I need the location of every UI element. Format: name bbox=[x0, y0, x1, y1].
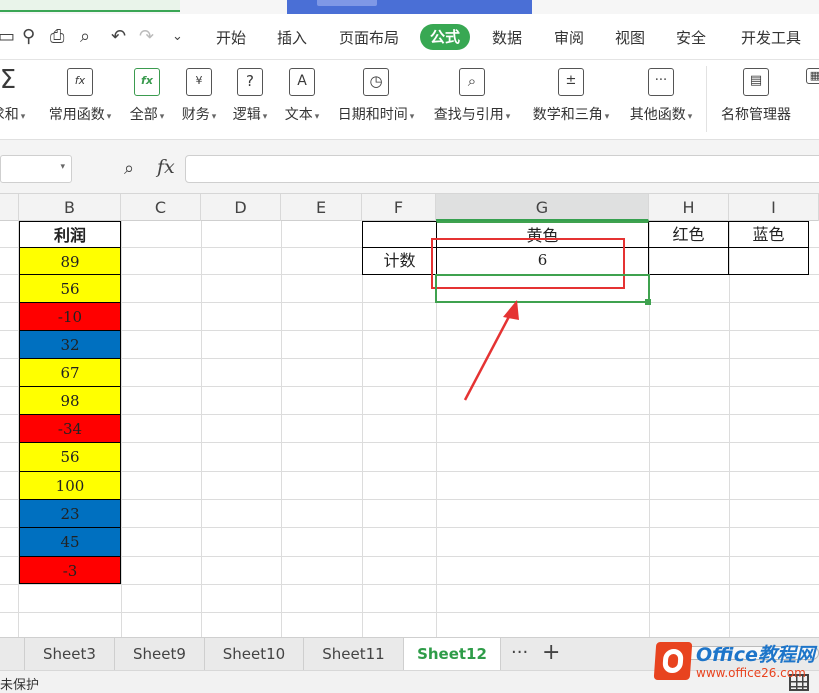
cell-f2-count-label[interactable]: 计数 bbox=[362, 247, 436, 275]
profit-cell[interactable]: 23 bbox=[19, 499, 121, 527]
all-functions-icon: fx bbox=[134, 68, 160, 96]
watermark-title: Office教程网 bbox=[696, 644, 815, 666]
name-box[interactable]: ▾ bbox=[0, 155, 72, 183]
more-sheets-icon[interactable]: ··· bbox=[511, 638, 528, 668]
column-header-b[interactable]: B bbox=[19, 194, 121, 221]
print-icon[interactable]: ⎙ bbox=[50, 27, 64, 47]
cell-i1-blue-header[interactable]: 蓝色 bbox=[729, 221, 809, 248]
column-header-e[interactable]: E bbox=[281, 194, 362, 221]
corner-header[interactable] bbox=[0, 194, 19, 221]
document-tab-2[interactable] bbox=[287, 0, 532, 14]
all-functions-button[interactable]: fx 全部 ▾ bbox=[124, 68, 170, 125]
text-function-button[interactable]: A 文本 ▾ bbox=[279, 68, 325, 125]
menu-review[interactable]: 审阅 bbox=[554, 28, 584, 48]
profit-cell[interactable]: 98 bbox=[19, 386, 121, 414]
menu-page-layout[interactable]: 页面布局 bbox=[339, 28, 399, 48]
menu-insert[interactable]: 插入 bbox=[277, 28, 307, 48]
column-header-c[interactable]: C bbox=[121, 194, 201, 221]
protection-status: 未保护 bbox=[0, 678, 40, 693]
zoom-icon[interactable]: ⌕ bbox=[124, 158, 134, 179]
formula-input[interactable] bbox=[185, 155, 819, 183]
cell-f1[interactable] bbox=[362, 221, 436, 248]
quick-access-dropdown-icon[interactable]: ⌄ bbox=[172, 27, 183, 47]
profit-cell[interactable]: -34 bbox=[19, 414, 121, 442]
insert-function-icon[interactable]: fx bbox=[157, 156, 175, 178]
tab-sheet10[interactable]: Sheet10 bbox=[205, 638, 304, 670]
profit-cell[interactable]: 56 bbox=[19, 442, 121, 471]
finance-icon: ¥ bbox=[186, 68, 212, 96]
profit-cell[interactable]: -3 bbox=[19, 556, 121, 584]
redo-icon[interactable]: ↷ bbox=[139, 27, 154, 47]
column-header-g[interactable]: G bbox=[436, 194, 649, 221]
column-header-f[interactable]: F bbox=[362, 194, 436, 221]
define-name-icon: ▦ bbox=[806, 68, 819, 84]
column-headers: B C D E F G H I bbox=[0, 194, 819, 221]
column-header-h[interactable]: H bbox=[649, 194, 729, 221]
profit-cell[interactable]: 67 bbox=[19, 358, 121, 386]
save-icon[interactable]: ▭ bbox=[0, 27, 15, 47]
profit-cell[interactable]: 89 bbox=[19, 247, 121, 274]
text-function-icon: A bbox=[289, 68, 315, 96]
format-painter-icon[interactable]: ⚲ bbox=[22, 27, 35, 47]
arrow-annotation bbox=[463, 300, 519, 401]
ribbon-separator bbox=[706, 66, 707, 132]
datetime-button[interactable]: ◷ 日期和时间 ▾ bbox=[331, 68, 421, 125]
name-manager-icon: ▤ bbox=[743, 68, 769, 96]
lookup-icon: ⌕ bbox=[459, 68, 485, 96]
cell-h1-red-header[interactable]: 红色 bbox=[649, 221, 729, 248]
watermark: Office教程网 www.office26.com bbox=[652, 640, 819, 684]
menu-data[interactable]: 数据 bbox=[492, 28, 522, 48]
tab-sheet11[interactable]: Sheet11 bbox=[304, 638, 404, 670]
profit-cell[interactable]: 56 bbox=[19, 274, 121, 302]
name-manager-button[interactable]: ▤ 名称管理器 bbox=[715, 68, 797, 123]
tab-sheet9[interactable]: Sheet9 bbox=[115, 638, 205, 670]
formula-bar: ▾ ⌕ fx bbox=[0, 140, 819, 194]
cell-h2-red-count[interactable] bbox=[649, 247, 729, 275]
watermark-url: www.office26.com bbox=[696, 666, 806, 680]
finance-button[interactable]: ¥ 财务 ▾ bbox=[176, 68, 222, 125]
tab-scroll-area[interactable] bbox=[0, 638, 25, 670]
column-header-i[interactable]: I bbox=[729, 194, 819, 221]
profit-cell[interactable]: 45 bbox=[19, 527, 121, 556]
cell-i2-blue-count[interactable] bbox=[729, 247, 809, 275]
undo-icon[interactable]: ↶ bbox=[111, 27, 126, 47]
spreadsheet-grid[interactable]: 利润 89 56 -10 32 67 98 -34 56 100 23 45 -3 黄色 红色 蓝色 … bbox=[0, 221, 819, 637]
define-name-button[interactable]: ▦ bbox=[800, 68, 819, 84]
profit-cell[interactable]: 32 bbox=[19, 330, 121, 358]
math-button[interactable]: ± 数学和三角 ▾ bbox=[526, 68, 616, 125]
profit-cell[interactable]: 100 bbox=[19, 471, 121, 499]
formulas-ribbon: Σ 求和▾ fx 常用函数▾ fx 全部▾ ¥ 财务▾ ? 逻辑▾ A 文本▾ … bbox=[0, 60, 819, 140]
menu-developer[interactable]: 开发工具 bbox=[741, 28, 801, 48]
tab-sheet3[interactable]: Sheet3 bbox=[25, 638, 115, 670]
menu-home[interactable]: 开始 bbox=[216, 28, 246, 48]
name-box-dropdown-icon[interactable]: ▾ bbox=[60, 162, 65, 172]
menu-formulas[interactable]: 公式 bbox=[420, 24, 471, 50]
profit-cell[interactable]: -10 bbox=[19, 302, 121, 330]
add-sheet-icon[interactable]: + bbox=[542, 638, 560, 668]
common-functions-icon: fx bbox=[67, 68, 93, 96]
logic-icon: ? bbox=[237, 68, 263, 96]
cell-b1-header[interactable]: 利润 bbox=[19, 221, 121, 248]
column-header-d[interactable]: D bbox=[201, 194, 281, 221]
menu-bar: ▭ ⚲ ⎙ ⌕ ↶ ↷ ⌄ 开始 插入 页面布局 公式 数据 审阅 视图 安全 … bbox=[0, 14, 819, 60]
sum-icon: Σ bbox=[0, 65, 17, 95]
logic-button[interactable]: ? 逻辑 ▾ bbox=[227, 68, 273, 125]
other-functions-button[interactable]: ··· 其他函数 ▾ bbox=[623, 68, 699, 125]
datetime-icon: ◷ bbox=[363, 68, 389, 96]
autosum-button[interactable]: Σ 求和▾ bbox=[0, 65, 38, 125]
tab-sheet12[interactable]: Sheet12 bbox=[404, 638, 501, 670]
office-logo-icon bbox=[653, 642, 693, 680]
lookup-button[interactable]: ⌕ 查找与引用 ▾ bbox=[427, 68, 517, 125]
print-preview-icon[interactable]: ⌕ bbox=[80, 27, 90, 47]
document-tab[interactable] bbox=[0, 0, 180, 12]
other-functions-icon: ··· bbox=[648, 68, 674, 96]
menu-security[interactable]: 安全 bbox=[676, 28, 706, 48]
fill-handle[interactable] bbox=[645, 299, 651, 305]
title-tab-strip bbox=[0, 0, 819, 14]
math-icon: ± bbox=[558, 68, 584, 96]
common-functions-button[interactable]: fx 常用函数 ▾ bbox=[44, 68, 116, 125]
menu-view[interactable]: 视图 bbox=[615, 28, 645, 48]
